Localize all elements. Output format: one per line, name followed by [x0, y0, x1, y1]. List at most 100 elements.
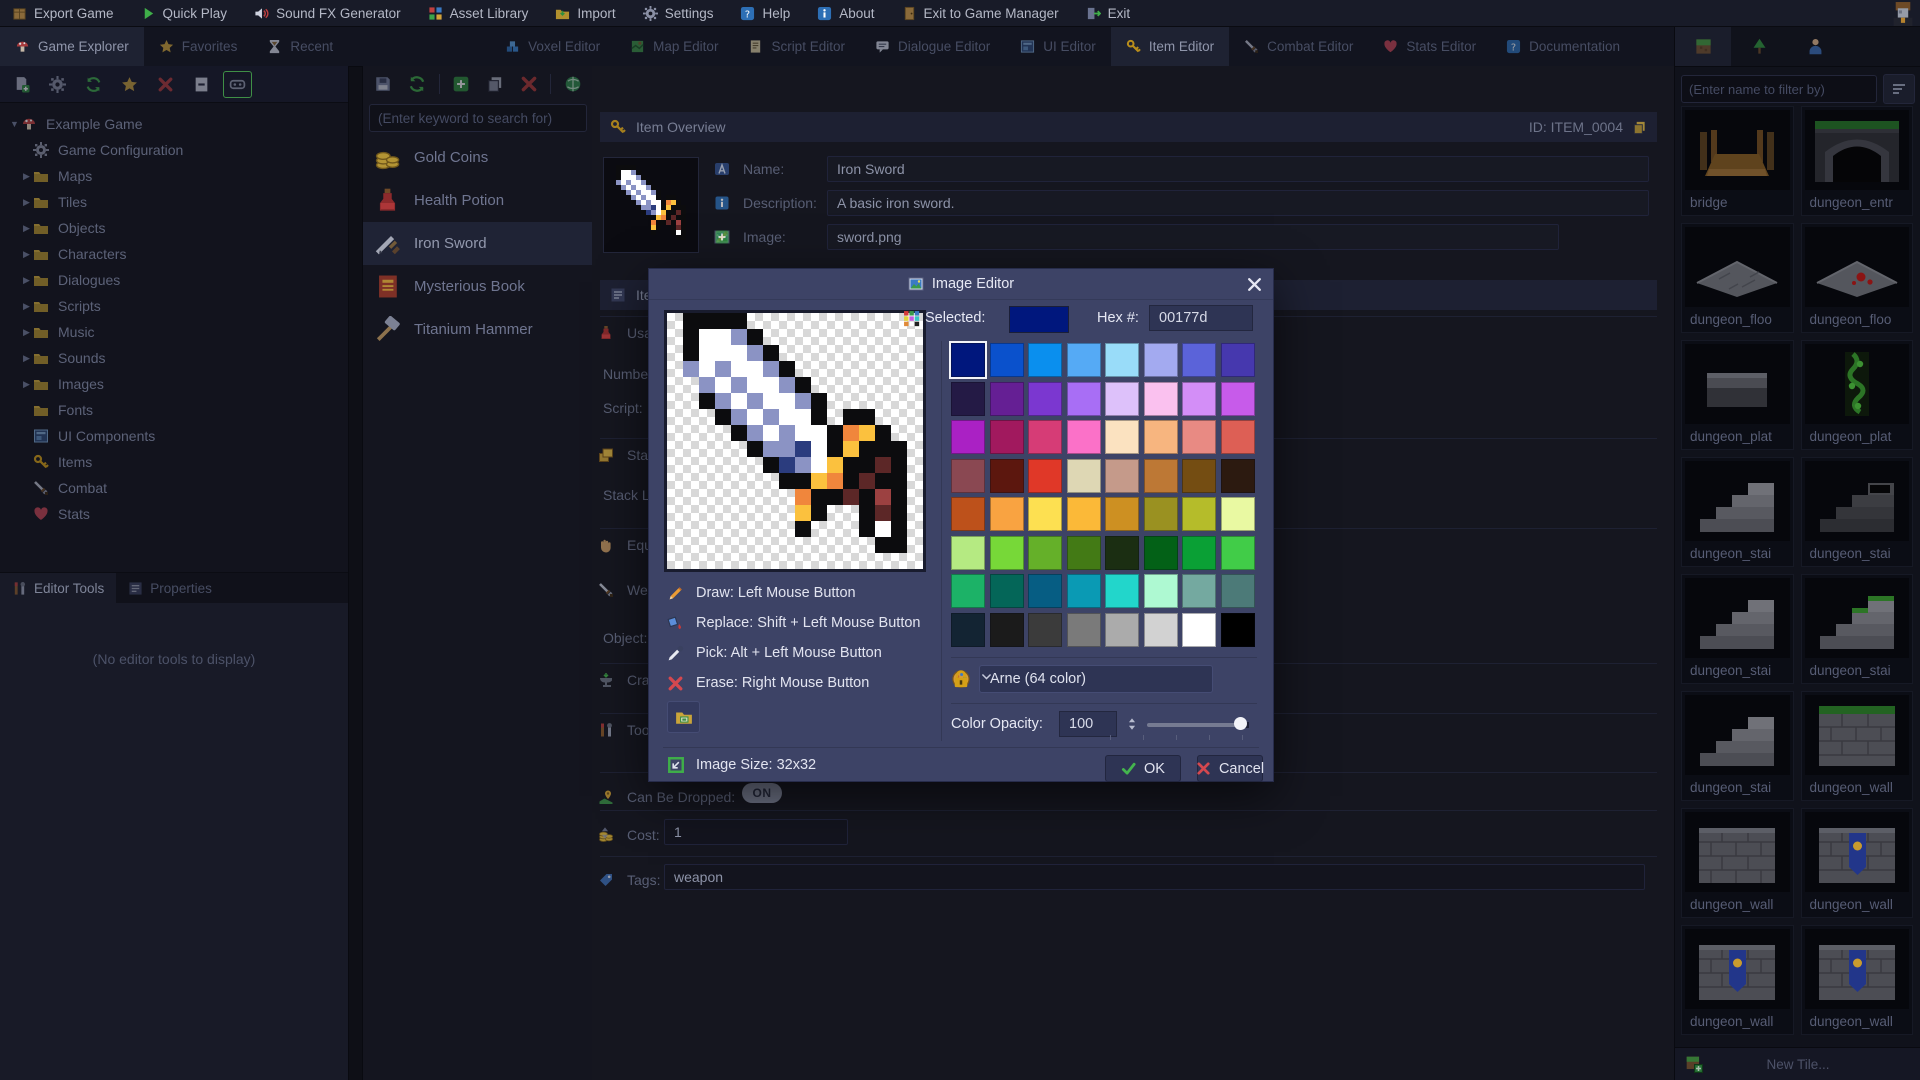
palette-swatch-18[interactable]	[1028, 420, 1062, 454]
palette-swatch-7[interactable]	[1221, 343, 1255, 377]
palette-swatch-48[interactable]	[951, 574, 985, 608]
tree-item-music[interactable]: ▶Music	[0, 319, 348, 345]
palette-swatch-15[interactable]	[1221, 382, 1255, 416]
palette-swatch-36[interactable]	[1105, 497, 1139, 531]
palette-swatch-34[interactable]	[1028, 497, 1062, 531]
cost-spinner[interactable]	[598, 822, 612, 844]
tab-combat-editor[interactable]: Combat Editor	[1229, 27, 1368, 66]
asset-tab-person-icon[interactable]	[1787, 27, 1843, 66]
tab-editor-tools[interactable]: Editor Tools	[0, 573, 116, 603]
explorer-toolbar-file-plus-icon[interactable]	[7, 71, 36, 98]
palette-swatch-16[interactable]	[951, 420, 985, 454]
import-image-button[interactable]	[667, 701, 700, 733]
palette-swatch-8[interactable]	[951, 382, 985, 416]
palette-swatch-51[interactable]	[1067, 574, 1101, 608]
tile-card-dungeon_floo[interactable]: dungeon_floo	[1681, 223, 1794, 333]
palette-swatch-45[interactable]	[1144, 536, 1178, 570]
tile-card-dungeon_wall[interactable]: dungeon_wall	[1681, 925, 1794, 1035]
tree-arrow-icon[interactable]: ▶	[20, 379, 33, 390]
palette-swatch-43[interactable]	[1067, 536, 1101, 570]
tab-stats-editor[interactable]: Stats Editor	[1368, 27, 1491, 66]
palette-swatch-24[interactable]	[951, 459, 985, 493]
copy-id-icon[interactable]	[1632, 120, 1647, 135]
palette-swatch-3[interactable]	[1067, 343, 1101, 377]
explorer-toolbar-gear-icon[interactable]	[43, 71, 72, 98]
tab-ui-editor[interactable]: UI Editor	[1005, 27, 1111, 66]
tile-card-dungeon_stai[interactable]: dungeon_stai	[1681, 691, 1794, 801]
item-toolbar-globe-icon[interactable]	[560, 71, 585, 98]
palette-swatch-23[interactable]	[1221, 420, 1255, 454]
palette-swatch-4[interactable]	[1105, 343, 1139, 377]
palette-swatch-46[interactable]	[1182, 536, 1216, 570]
list-item-gold-coins[interactable]: Gold Coins	[363, 136, 593, 179]
opacity-spinner[interactable]	[1125, 713, 1139, 735]
tree-item-items[interactable]: Items	[0, 449, 348, 475]
explorer-toolbar-link-box-icon[interactable]	[223, 71, 252, 98]
tile-card-dungeon_stai[interactable]: dungeon_stai	[1801, 574, 1914, 684]
palette-swatch-19[interactable]	[1067, 420, 1101, 454]
palette-swatch-54[interactable]	[1182, 574, 1216, 608]
palette-swatch-40[interactable]	[951, 536, 985, 570]
palette-swatch-31[interactable]	[1221, 459, 1255, 493]
palette-swatch-53[interactable]	[1144, 574, 1178, 608]
palette-swatch-41[interactable]	[990, 536, 1024, 570]
palette-swatch-10[interactable]	[1028, 382, 1062, 416]
tree-arrow-icon[interactable]: ▶	[20, 223, 33, 234]
explorer-toolbar-minus-box-icon[interactable]	[187, 71, 216, 98]
palette-swatch-17[interactable]	[990, 420, 1024, 454]
palette-swatch-28[interactable]	[1105, 459, 1139, 493]
tree-item-game-configuration[interactable]: Game Configuration	[0, 137, 348, 163]
tree-arrow-icon[interactable]: ▼	[8, 119, 21, 129]
tab-recent[interactable]: Recent	[252, 27, 348, 66]
tree-item-images[interactable]: ▶Images	[0, 371, 348, 397]
palette-swatch-37[interactable]	[1144, 497, 1178, 531]
tab-voxel-editor[interactable]: Voxel Editor	[490, 27, 615, 66]
tree-arrow-icon[interactable]: ▶	[20, 249, 33, 260]
palette-swatch-21[interactable]	[1144, 420, 1178, 454]
palette-swatch-30[interactable]	[1182, 459, 1216, 493]
tile-card-dungeon_floo[interactable]: dungeon_floo	[1801, 223, 1914, 333]
palette-swatch-60[interactable]	[1105, 613, 1139, 647]
menu-item-settings[interactable]: Settings	[643, 6, 714, 21]
list-item-mysterious-book[interactable]: Mysterious Book	[363, 265, 593, 308]
item-toolbar-save-icon[interactable]	[371, 71, 396, 98]
tab-map-editor[interactable]: Map Editor	[615, 27, 733, 66]
tile-card-dungeon_wall[interactable]: dungeon_wall	[1801, 691, 1914, 801]
menu-item-help[interactable]: ?Help	[740, 6, 790, 21]
tile-card-dungeon_wall[interactable]: dungeon_wall	[1681, 808, 1794, 918]
tile-card-dungeon_plat[interactable]: dungeon_plat	[1681, 340, 1794, 450]
hex-input[interactable]: 00177d	[1149, 305, 1253, 331]
palette-swatch-59[interactable]	[1067, 613, 1101, 647]
palette-swatch-6[interactable]	[1182, 343, 1216, 377]
cancel-button[interactable]: Cancel	[1197, 755, 1263, 782]
tab-game-explorer[interactable]: Game Explorer	[0, 27, 144, 66]
palette-swatch-27[interactable]	[1067, 459, 1101, 493]
tile-card-dungeon_wall[interactable]: dungeon_wall	[1801, 808, 1914, 918]
palette-swatch-38[interactable]	[1182, 497, 1216, 531]
item-search-input[interactable]: (Enter keyword to search for)	[369, 104, 587, 132]
field-input-image[interactable]: sword.png	[827, 224, 1559, 250]
tree-item-dialogues[interactable]: ▶Dialogues	[0, 267, 348, 293]
asset-tab-tile-icon[interactable]	[1675, 27, 1731, 66]
palette-swatch-9[interactable]	[990, 382, 1024, 416]
dialog-title-bar[interactable]: Image Editor	[649, 269, 1273, 300]
tab-favorites[interactable]: Favorites	[144, 27, 253, 66]
palette-swatch-26[interactable]	[1028, 459, 1062, 493]
tree-item-scripts[interactable]: ▶Scripts	[0, 293, 348, 319]
menu-item-about[interactable]: About	[817, 6, 874, 21]
palette-swatch-44[interactable]	[1105, 536, 1139, 570]
palette-swatch-11[interactable]	[1067, 382, 1101, 416]
can-be-dropped-toggle[interactable]: ON	[742, 783, 782, 803]
tree-item-maps[interactable]: ▶Maps	[0, 163, 348, 189]
tree-item-fonts[interactable]: Fonts	[0, 397, 348, 423]
tab-documentation[interactable]: ?Documentation	[1491, 27, 1635, 66]
new-image-button[interactable]	[714, 229, 730, 245]
asset-tab-tree-obj-icon[interactable]	[1731, 27, 1787, 66]
item-toolbar-plus-icon[interactable]	[449, 71, 474, 98]
opacity-slider-handle[interactable]	[1234, 717, 1247, 730]
tree-item-example-game[interactable]: ▼Example Game	[0, 111, 348, 137]
tree-arrow-icon[interactable]: ▶	[20, 171, 33, 182]
lock-icon[interactable]	[951, 669, 971, 689]
list-item-iron-sword[interactable]: Iron Sword	[363, 222, 593, 265]
palette-swatch-22[interactable]	[1182, 420, 1216, 454]
